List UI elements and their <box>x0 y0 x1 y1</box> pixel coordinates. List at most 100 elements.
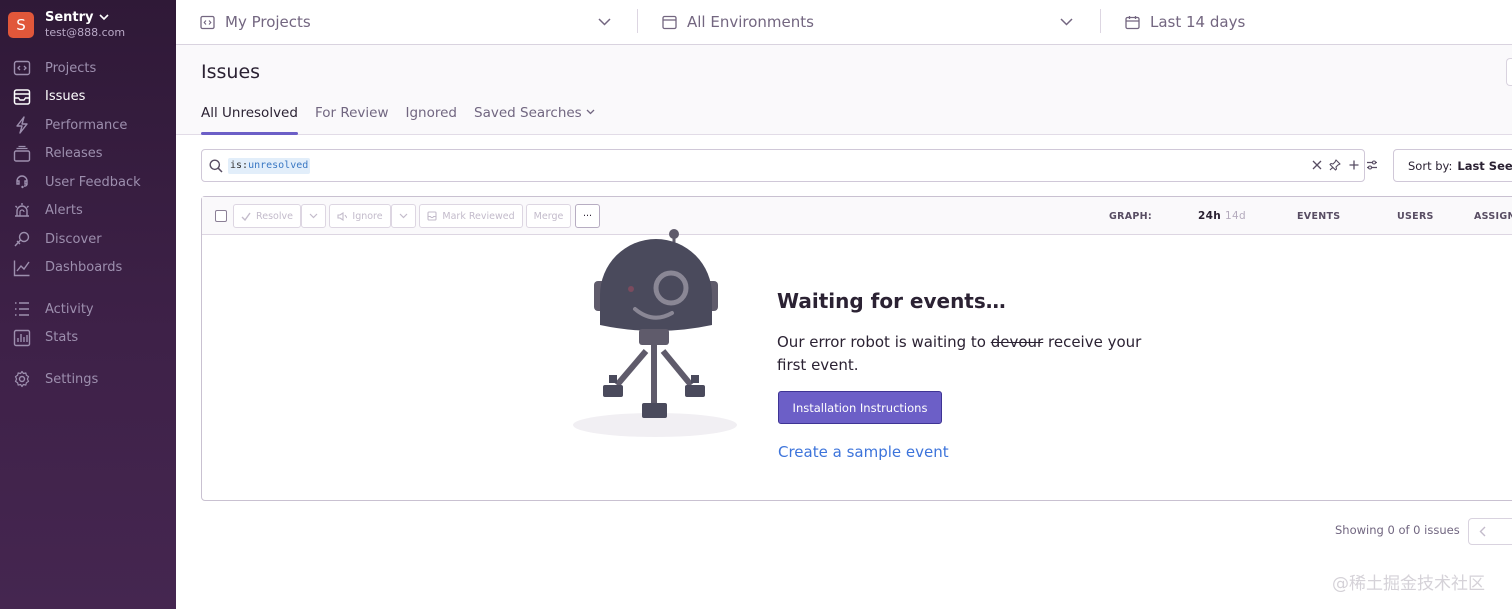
chevron-down-icon <box>399 211 408 222</box>
ignore-label: Ignore <box>352 210 383 222</box>
merge-button[interactable]: Merge <box>526 204 571 228</box>
ellipsis-icon: ··· <box>582 210 593 222</box>
chevron-down-icon <box>598 18 611 26</box>
empty-state-message-struck: devour <box>990 333 1044 351</box>
environment-icon <box>662 15 677 30</box>
chevron-down-icon <box>586 109 595 115</box>
search-query-key: is: <box>230 160 249 171</box>
org-user-email: test@888.com <box>45 26 126 39</box>
sidebar-nav: Projects Issues Performance Releases Use… <box>0 54 176 394</box>
main-content: Issues All Unresolved For Review Ignored… <box>176 45 1512 609</box>
sidebar-item-user-feedback[interactable]: User Feedback <box>0 168 176 197</box>
sidebar-item-label: Stats <box>45 330 79 346</box>
sidebar-item-performance[interactable]: Performance <box>0 111 176 140</box>
alerts-icon <box>13 202 31 220</box>
sidebar-item-settings[interactable]: Settings <box>0 365 176 394</box>
resolve-button[interactable]: Resolve <box>233 204 301 228</box>
events-column-label: EVENTS <box>1297 211 1341 222</box>
tab-ignored[interactable]: Ignored <box>406 105 458 135</box>
merge-label: Merge <box>533 210 564 222</box>
calendar-icon <box>1125 15 1140 30</box>
previous-page-button[interactable] <box>1468 518 1512 545</box>
date-range-selector[interactable]: Last 14 days <box>1125 0 1325 44</box>
discover-icon <box>13 230 31 248</box>
project-selector[interactable]: My Projects <box>200 0 614 44</box>
installation-instructions-button[interactable]: Installation Instructions <box>778 391 942 424</box>
sidebar-item-releases[interactable]: Releases <box>0 140 176 169</box>
issues-icon <box>13 88 31 106</box>
ignore-dropdown-button[interactable] <box>391 204 416 228</box>
sidebar-item-discover[interactable]: Discover <box>0 225 176 254</box>
tab-all-unresolved[interactable]: All Unresolved <box>201 105 298 135</box>
settings-icon <box>13 370 31 388</box>
issue-tabs: All Unresolved For Review Ignored Saved … <box>201 105 612 135</box>
tab-saved-searches[interactable]: Saved Searches <box>474 105 595 135</box>
search-options-icon[interactable] <box>1366 159 1378 171</box>
sidebar-item-activity[interactable]: Activity <box>0 295 176 324</box>
page-header: Issues All Unresolved For Review Ignored… <box>176 45 1512 135</box>
empty-state-message-start: Our error robot is waiting to <box>777 333 991 351</box>
check-icon <box>241 212 251 221</box>
select-all-checkbox[interactable] <box>215 210 227 222</box>
sort-dropdown[interactable]: Sort by: Last Seen <box>1393 149 1512 182</box>
chevron-down-icon <box>309 211 318 222</box>
inbox-icon <box>427 211 437 221</box>
org-name: Sentry <box>45 10 125 25</box>
issues-panel-header: Resolve Ignore Mark Reviewed Merge ··· G… <box>202 197 1512 235</box>
mark-reviewed-button[interactable]: Mark Reviewed <box>419 204 523 228</box>
empty-state-title: Waiting for events… <box>777 289 1006 313</box>
search-query-token[interactable]: is:unresolved <box>228 158 311 174</box>
top-header: My Projects All Environments Last 14 day… <box>176 0 1512 45</box>
sidebar-item-issues[interactable]: Issues <box>0 83 176 112</box>
project-selector-label: My Projects <box>225 13 311 31</box>
sidebar-item-label: Projects <box>45 60 97 76</box>
org-info: Sentry test@888.com <box>45 10 125 39</box>
add-search-icon[interactable] <box>1348 159 1360 171</box>
header-action-button[interactable] <box>1506 58 1512 86</box>
sidebar-item-label: Settings <box>45 371 99 387</box>
environment-selector[interactable]: All Environments <box>662 0 1076 44</box>
sidebar-item-projects[interactable]: Projects <box>0 54 176 83</box>
clear-search-icon[interactable] <box>1311 159 1323 171</box>
chevron-down-icon <box>98 14 109 21</box>
sidebar-item-label: Performance <box>45 117 128 133</box>
graph-14d-toggle[interactable]: 14d <box>1225 210 1246 222</box>
projects-icon <box>13 59 31 77</box>
sidebar-item-label: Alerts <box>45 203 83 219</box>
pagination-caption: Showing 0 of 0 issues <box>1335 523 1460 537</box>
watermark: @稀土掘金技术社区 <box>1332 574 1485 594</box>
search-query-value: unresolved <box>248 160 309 171</box>
sidebar-item-dashboards[interactable]: Dashboards <box>0 254 176 283</box>
dashboards-icon <box>13 259 31 277</box>
chevron-left-icon <box>1479 526 1486 537</box>
waiting-robot-illustration <box>573 229 737 437</box>
chevron-down-icon <box>1060 18 1073 26</box>
project-icon <box>200 15 215 30</box>
resolve-dropdown-button[interactable] <box>301 204 326 228</box>
issue-search-input[interactable]: is:unresolved <box>201 149 1377 182</box>
environment-selector-label: All Environments <box>687 13 814 31</box>
org-switcher[interactable]: S Sentry test@888.com <box>8 10 125 39</box>
sidebar-item-label: Discover <box>45 231 102 247</box>
sidebar-item-label: Issues <box>45 89 86 105</box>
tab-for-review[interactable]: For Review <box>315 105 389 135</box>
mark-reviewed-label: Mark Reviewed <box>442 210 515 222</box>
ignore-icon <box>337 211 348 221</box>
pin-search-icon[interactable] <box>1329 159 1341 171</box>
graph-column-label: GRAPH: <box>1109 211 1152 222</box>
create-sample-event-link[interactable]: Create a sample event <box>778 443 949 461</box>
sidebar-item-label: Activity <box>45 301 94 317</box>
sidebar-item-label: Dashboards <box>45 260 123 276</box>
sidebar-item-stats[interactable]: Stats <box>0 324 176 353</box>
nav-divider <box>0 282 176 295</box>
ignore-button[interactable]: Ignore <box>329 204 391 228</box>
releases-icon <box>13 145 31 163</box>
org-avatar: S <box>8 12 34 38</box>
tab-label: All Unresolved <box>201 105 298 121</box>
user-feedback-icon <box>13 173 31 191</box>
header-divider <box>637 9 638 33</box>
graph-24h-toggle[interactable]: 24h <box>1198 210 1221 222</box>
sidebar-item-alerts[interactable]: Alerts <box>0 197 176 226</box>
users-column-label: USERS <box>1397 211 1434 222</box>
sidebar: S Sentry test@888.com Projects Issues Pe… <box>0 0 176 609</box>
